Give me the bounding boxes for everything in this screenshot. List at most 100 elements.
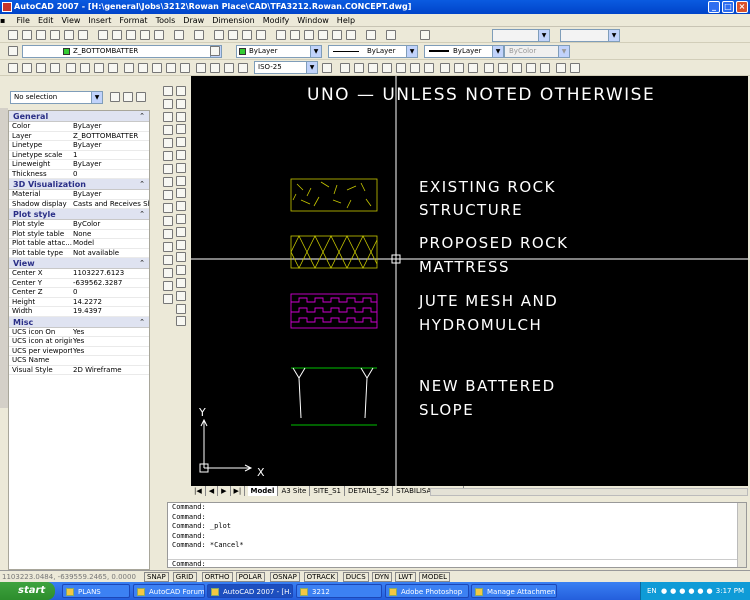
prop-value[interactable]: ByLayer [73,160,149,169]
plot-preview-icon[interactable] [64,30,74,40]
mirror-icon[interactable] [163,112,173,122]
command-scrollbar[interactable] [737,503,746,567]
angular-icon[interactable] [108,63,118,73]
prop-row[interactable]: Linetype scale 1 [9,151,149,160]
spline-icon[interactable] [176,188,186,199]
prop-row[interactable]: Lineweight ByLayer [9,160,149,170]
table-icon[interactable] [176,303,186,314]
menu-insert[interactable]: Insert [84,14,115,27]
prop-value[interactable]: Yes [73,328,149,337]
drawing-canvas[interactable]: UNO — UNLESS NOTED OTHERWISE EXISTING RO… [191,76,748,486]
collapse-icon[interactable]: ⌃ [139,317,145,328]
menu-dimension[interactable]: Dimension [208,14,259,27]
prop-value[interactable]: ByLayer [73,141,149,150]
prop-row[interactable]: Plot table attac... Model [9,239,149,249]
chamfer-icon[interactable] [163,268,173,278]
table-style-combo[interactable]: ▼ [560,29,620,42]
prop-row[interactable]: UCS Name [9,356,149,366]
quick-dim-icon[interactable] [124,63,134,73]
extend-icon[interactable] [163,216,173,226]
snap-nearest-icon[interactable] [540,63,550,73]
prop-value[interactable]: 1 [73,151,149,160]
tab-nav-prev[interactable]: ◀ [206,486,219,496]
construction-line-icon[interactable] [176,98,186,109]
prop-row[interactable]: Width 19.4397 [9,307,149,317]
text-style-icon[interactable] [420,30,430,40]
circle-icon[interactable] [176,162,186,173]
prop-row[interactable]: UCS per viewport Yes [9,347,149,356]
snap-endpoint-icon[interactable] [368,63,378,73]
selection-combo[interactable]: No selection ▼ [10,91,103,104]
prop-value[interactable]: Yes [73,347,149,356]
menu-format[interactable]: Format [115,14,151,27]
taskbar-item[interactable]: Manage Attachmen... [471,584,557,598]
tab-site-s1[interactable]: SITE_S1 [310,486,345,496]
sheet-set-icon[interactable] [318,30,328,40]
status-toggle-ortho[interactable]: ORTHO [201,572,233,582]
prop-row[interactable]: Center Y -639562.3287 [9,279,149,288]
prop-value[interactable]: 0 [73,170,149,179]
zoom-previous-icon[interactable] [256,30,266,40]
prop-row[interactable]: Material ByLayer [9,190,149,200]
taskbar-item[interactable]: PLANS [62,584,130,598]
prop-section-header[interactable]: Misc ⌃ [9,316,149,328]
select-objects-icon[interactable] [123,92,133,102]
make-block-icon[interactable] [176,239,186,250]
tray-icons[interactable]: ●●●●●● [661,587,721,595]
prop-row[interactable]: Linetype ByLayer [9,141,149,151]
ordinate-icon[interactable] [50,63,60,73]
status-toggle-otrack[interactable]: OTRACK [303,572,339,582]
status-toggle-lwt[interactable]: LWT [395,572,416,582]
autocad-app-icon[interactable] [2,2,12,12]
collapse-icon[interactable]: ⌃ [139,258,145,269]
arc-length-icon[interactable] [36,63,46,73]
polygon-icon[interactable] [176,124,186,135]
tab-a3-site[interactable]: A3 Site [278,486,311,496]
status-toggle-polar[interactable]: POLAR [235,572,266,582]
match-properties-icon[interactable] [140,30,150,40]
color-combo[interactable]: ByLayer ▼ [236,45,322,58]
prop-value[interactable]: 19.4397 [73,307,149,316]
ellipse-icon[interactable] [176,201,186,212]
menu-view[interactable]: View [57,14,84,27]
window-title-bar[interactable]: AutoCAD 2007 - [H:\general\Jobs\3212\Row… [0,0,750,14]
command-prompt[interactable]: Command: [168,558,746,569]
prop-value[interactable]: ByLayer [73,122,149,131]
prop-row[interactable]: Visual Style 2D Wireframe [9,366,149,375]
prop-value[interactable]: 1103227.6123 [73,269,149,278]
dim-text-edit-icon[interactable] [224,63,234,73]
prop-row[interactable]: Plot style ByColor [9,220,149,230]
linetype-combo[interactable]: ByLayer ▼ [328,45,418,58]
layer-properties-icon[interactable] [8,46,18,56]
tool-palettes-icon[interactable] [304,30,314,40]
zoom-realtime-icon[interactable] [228,30,238,40]
zoom-window-icon[interactable] [242,30,252,40]
point-icon[interactable] [176,252,186,263]
prop-section-header[interactable]: View ⌃ [9,258,149,269]
break-icon[interactable] [163,242,173,252]
offset-icon[interactable] [163,125,173,135]
prop-value[interactable]: ByColor [73,220,149,229]
design-center-icon[interactable] [290,30,300,40]
properties-palette-titlebar[interactable] [0,108,8,408]
jogged-icon[interactable] [80,63,90,73]
taskbar-item[interactable]: AutoCAD Forums - ... [133,584,205,598]
snap-intersection-icon[interactable] [396,63,406,73]
prop-row[interactable]: UCS icon On Yes [9,328,149,337]
menu-draw[interactable]: Draw [179,14,208,27]
arc-icon[interactable] [176,150,186,160]
break-at-point-icon[interactable] [163,229,173,239]
temp-track-icon[interactable] [340,63,350,73]
prop-row[interactable]: Shadow display Casts and Receives Sh... [9,200,149,209]
language-indicator[interactable]: EN [647,582,657,600]
explode-icon[interactable] [163,294,173,304]
prop-value[interactable]: 2D Wireframe [73,366,149,375]
dim-style-combo[interactable]: ISO-25 ▼ [254,61,318,74]
menu-window[interactable]: Window [293,14,333,27]
status-toggle-ducs[interactable]: DUCS [342,572,369,582]
menu-file[interactable]: File [13,14,34,27]
snap-node-icon[interactable] [526,63,536,73]
publish-icon[interactable] [78,30,88,40]
insert-block-icon[interactable] [176,226,186,237]
dim-style-manager-icon[interactable] [322,63,332,73]
